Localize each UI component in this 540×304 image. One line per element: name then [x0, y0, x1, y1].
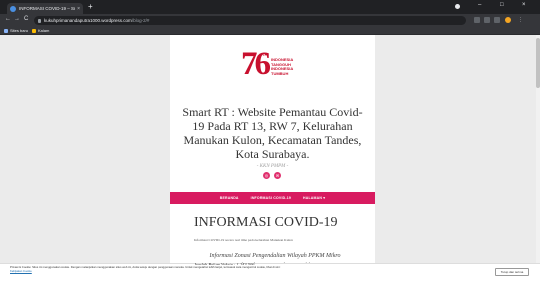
tab-title: INFORMASI COVID-19 – Smart R [19, 6, 75, 11]
close-window-button[interactable]: × [522, 2, 526, 8]
cookie-policy-link[interactable]: Kebijakan Cookie [10, 269, 32, 273]
instagram-icon[interactable]: ◎ [263, 172, 270, 179]
maximize-button[interactable]: □ [500, 2, 504, 8]
bookmarks-bar: Sites baru Kalam [0, 27, 540, 35]
star-icon[interactable] [484, 17, 490, 23]
url-path: /blog-2/# [131, 18, 150, 23]
cookie-banner: Jumlah Belum Vaksin : 1.243.506 Privasi … [0, 262, 540, 304]
intro-text: Informasi COVID-19 secara real time pada… [194, 238, 293, 242]
mail-icon[interactable]: ✉ [274, 172, 281, 179]
page-title: INFORMASI COVID-19 [194, 215, 338, 230]
nav-item-halaman[interactable]: HALAMAN ▾ [303, 196, 325, 200]
browser-toolbar: ← → C kukuhprimanandaputra1000.wordpress… [0, 14, 540, 27]
url-host: kukuhprimanandaputra1000.wordpress.com [44, 18, 132, 23]
lock-icon[interactable] [38, 18, 41, 23]
bookmark-kalam[interactable]: Kalam [32, 28, 49, 33]
back-button[interactable]: ← [5, 16, 11, 22]
nav-item-informasi-covid[interactable]: INFORMASI COVID-19 [251, 196, 291, 200]
minimize-button[interactable]: – [478, 2, 481, 8]
site-tagline: - KKN PMPM - [256, 164, 289, 169]
browser-tab-strip: INFORMASI COVID-19 – Smart R × + – □ × [0, 0, 540, 14]
avatar[interactable] [505, 17, 511, 23]
close-and-accept-button[interactable]: Tutup dan terima [495, 268, 529, 276]
cookie-notice-body: Privasi & Cookie: Situs ini menggunakan … [10, 265, 281, 269]
extension-icon[interactable] [474, 17, 480, 23]
ri-76-logo: 76 TH INDONESIA TANGGUH INDONESIA TUMBUH [241, 46, 301, 82]
logo-th: TH [262, 52, 268, 57]
menu-kebab-icon[interactable]: ⋮ [518, 17, 523, 23]
tab-close-icon[interactable]: × [77, 6, 80, 12]
forward-button[interactable]: → [14, 16, 20, 22]
site-title[interactable]: Smart RT : Website Pemantau Covid-19 Pad… [180, 105, 365, 161]
tab-search-icon[interactable] [455, 4, 460, 9]
apps-grid-icon [4, 28, 8, 33]
site-favicon-icon [10, 5, 16, 12]
logo-line: TUMBUH [271, 70, 289, 76]
browser-tab[interactable]: INFORMASI COVID-19 – Smart R × [7, 3, 83, 14]
bookmark-sites-baru[interactable]: Sites baru [4, 28, 28, 33]
nav-item-beranda[interactable]: BERANDA [220, 196, 239, 200]
main-nav: BERANDA INFORMASI COVID-19 HALAMAN ▾ [170, 192, 375, 204]
reload-button[interactable]: C [24, 16, 28, 22]
puzzle-icon[interactable] [494, 17, 500, 23]
bookmark-label: Sites baru [10, 28, 29, 33]
new-tab-button[interactable]: + [88, 3, 93, 11]
address-bar[interactable]: kukuhprimanandaputra1000.wordpress.com /… [34, 16, 466, 25]
bookmark-label: Kalam [38, 28, 50, 33]
cookie-notice-text: Privasi & Cookie: Situs ini menggunakan … [10, 265, 290, 273]
kalam-icon [32, 28, 36, 33]
scrollbar-thumb[interactable] [536, 38, 540, 88]
